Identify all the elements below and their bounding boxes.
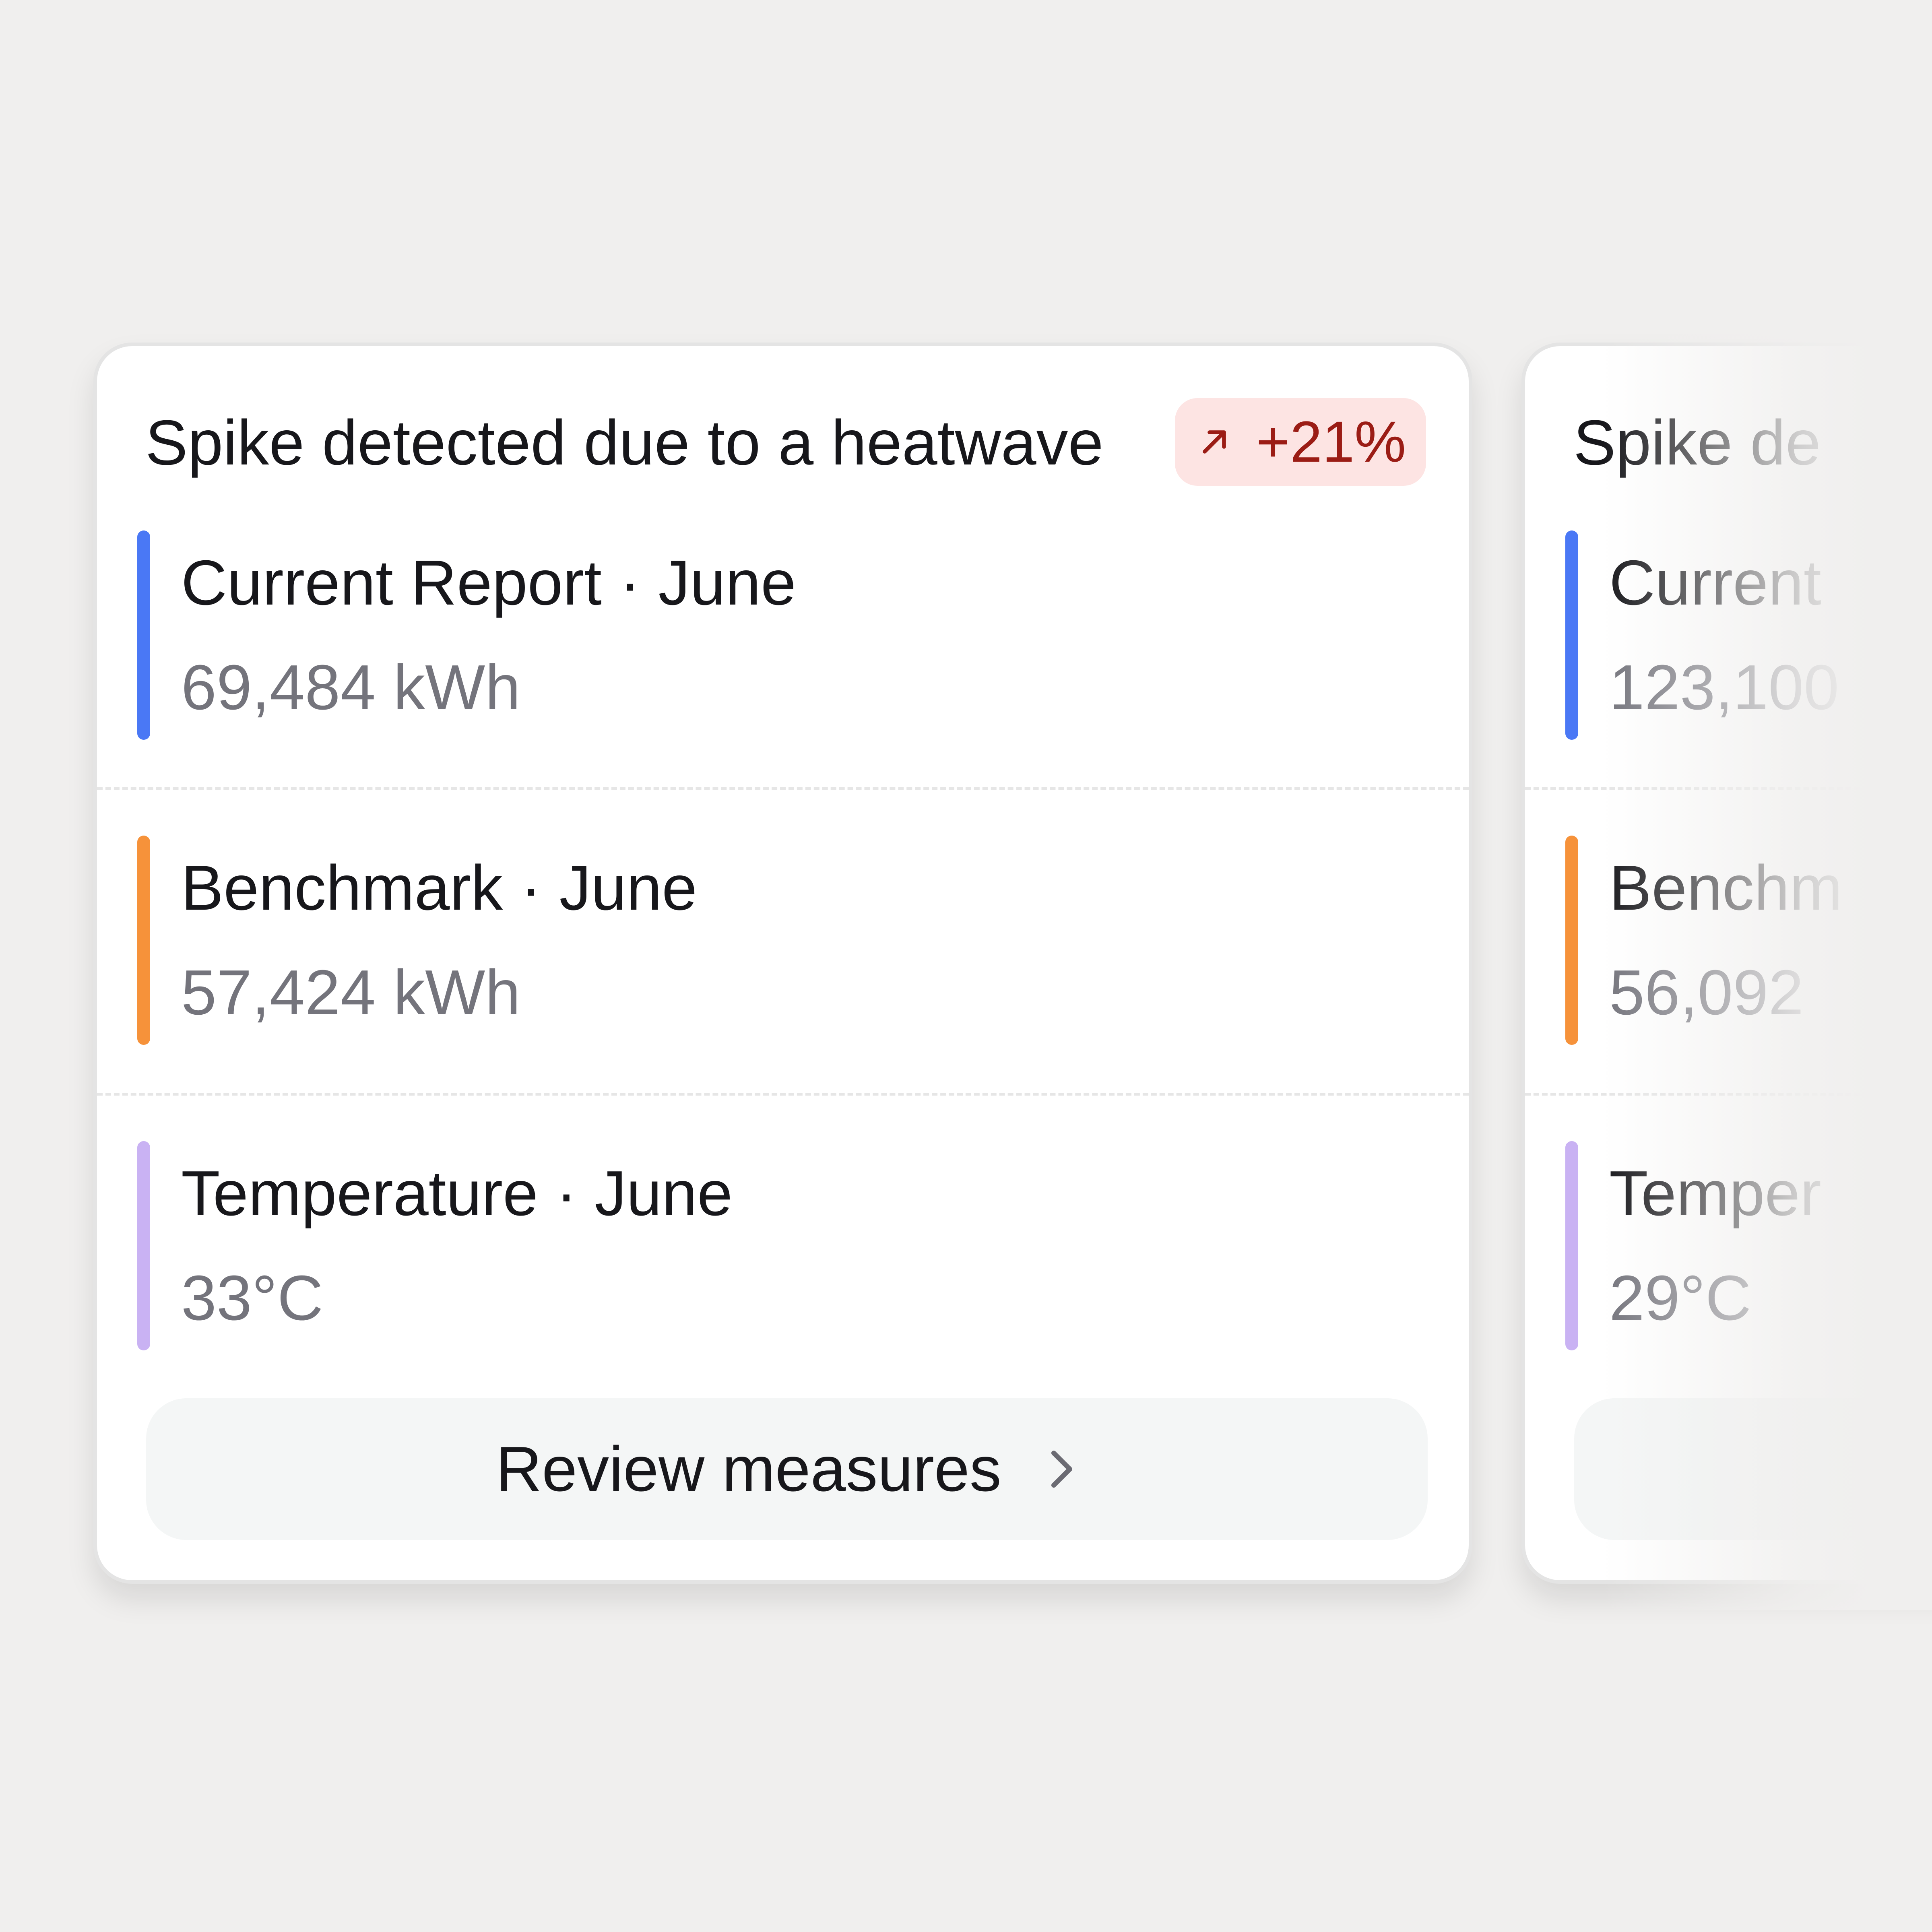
arrow-up-right-icon xyxy=(1195,423,1234,461)
metric-value: 29°C xyxy=(1609,1263,1752,1333)
divider xyxy=(97,1093,1469,1096)
metric-value: 69,484 kWh xyxy=(181,652,521,723)
metric-benchmark: Benchm 56,092 xyxy=(1525,836,1932,1045)
card-title: Spike de xyxy=(1573,407,1821,478)
metric-label: Benchm xyxy=(1609,852,1843,923)
metric-label: Current xyxy=(1609,547,1821,618)
metric-temperature: Temper 29°C xyxy=(1525,1141,1932,1350)
card-title: Spike detected due to a heatwave xyxy=(145,407,1104,478)
insight-card[interactable]: Spike de Current 123,100 Benchm 56,092 T… xyxy=(1521,343,1932,1584)
change-badge: +21% xyxy=(1175,398,1426,486)
metric-label: Current Report · June xyxy=(181,547,797,618)
change-value: +21% xyxy=(1256,409,1406,474)
divider xyxy=(1525,1093,1932,1096)
series-color-bar xyxy=(137,836,150,1045)
series-color-bar xyxy=(1565,836,1578,1045)
metric-current-report: Current Report · June 69,484 kWh xyxy=(97,530,1469,740)
insight-carousel: Spike detected due to a heatwave +21% Cu… xyxy=(0,0,1932,1932)
divider xyxy=(97,787,1469,790)
card-header: Spike de xyxy=(1525,346,1932,478)
metric-value: 123,100 xyxy=(1609,652,1839,723)
series-color-bar xyxy=(137,530,150,740)
insight-card[interactable]: Spike detected due to a heatwave +21% Cu… xyxy=(93,343,1472,1584)
metric-label: Benchmark · June xyxy=(181,852,698,923)
review-measures-button[interactable] xyxy=(1574,1398,1932,1540)
series-color-bar xyxy=(1565,530,1578,740)
metric-value: 56,092 xyxy=(1609,957,1804,1028)
metric-current-report: Current 123,100 xyxy=(1525,530,1932,740)
series-color-bar xyxy=(1565,1141,1578,1350)
review-measures-label: Review measures xyxy=(496,1434,1001,1505)
metric-label: Temperature · June xyxy=(181,1158,733,1229)
series-color-bar xyxy=(137,1141,150,1350)
metric-value: 57,424 kWh xyxy=(181,957,521,1028)
review-measures-button[interactable]: Review measures xyxy=(146,1398,1428,1540)
metric-value: 33°C xyxy=(181,1263,324,1333)
metric-benchmark: Benchmark · June 57,424 kWh xyxy=(97,836,1469,1045)
divider xyxy=(1525,787,1932,790)
card-header: Spike detected due to a heatwave +21% xyxy=(97,346,1469,486)
metric-temperature: Temperature · June 33°C xyxy=(97,1141,1469,1350)
metric-label: Temper xyxy=(1609,1158,1821,1229)
chevron-right-icon xyxy=(1046,1447,1078,1491)
